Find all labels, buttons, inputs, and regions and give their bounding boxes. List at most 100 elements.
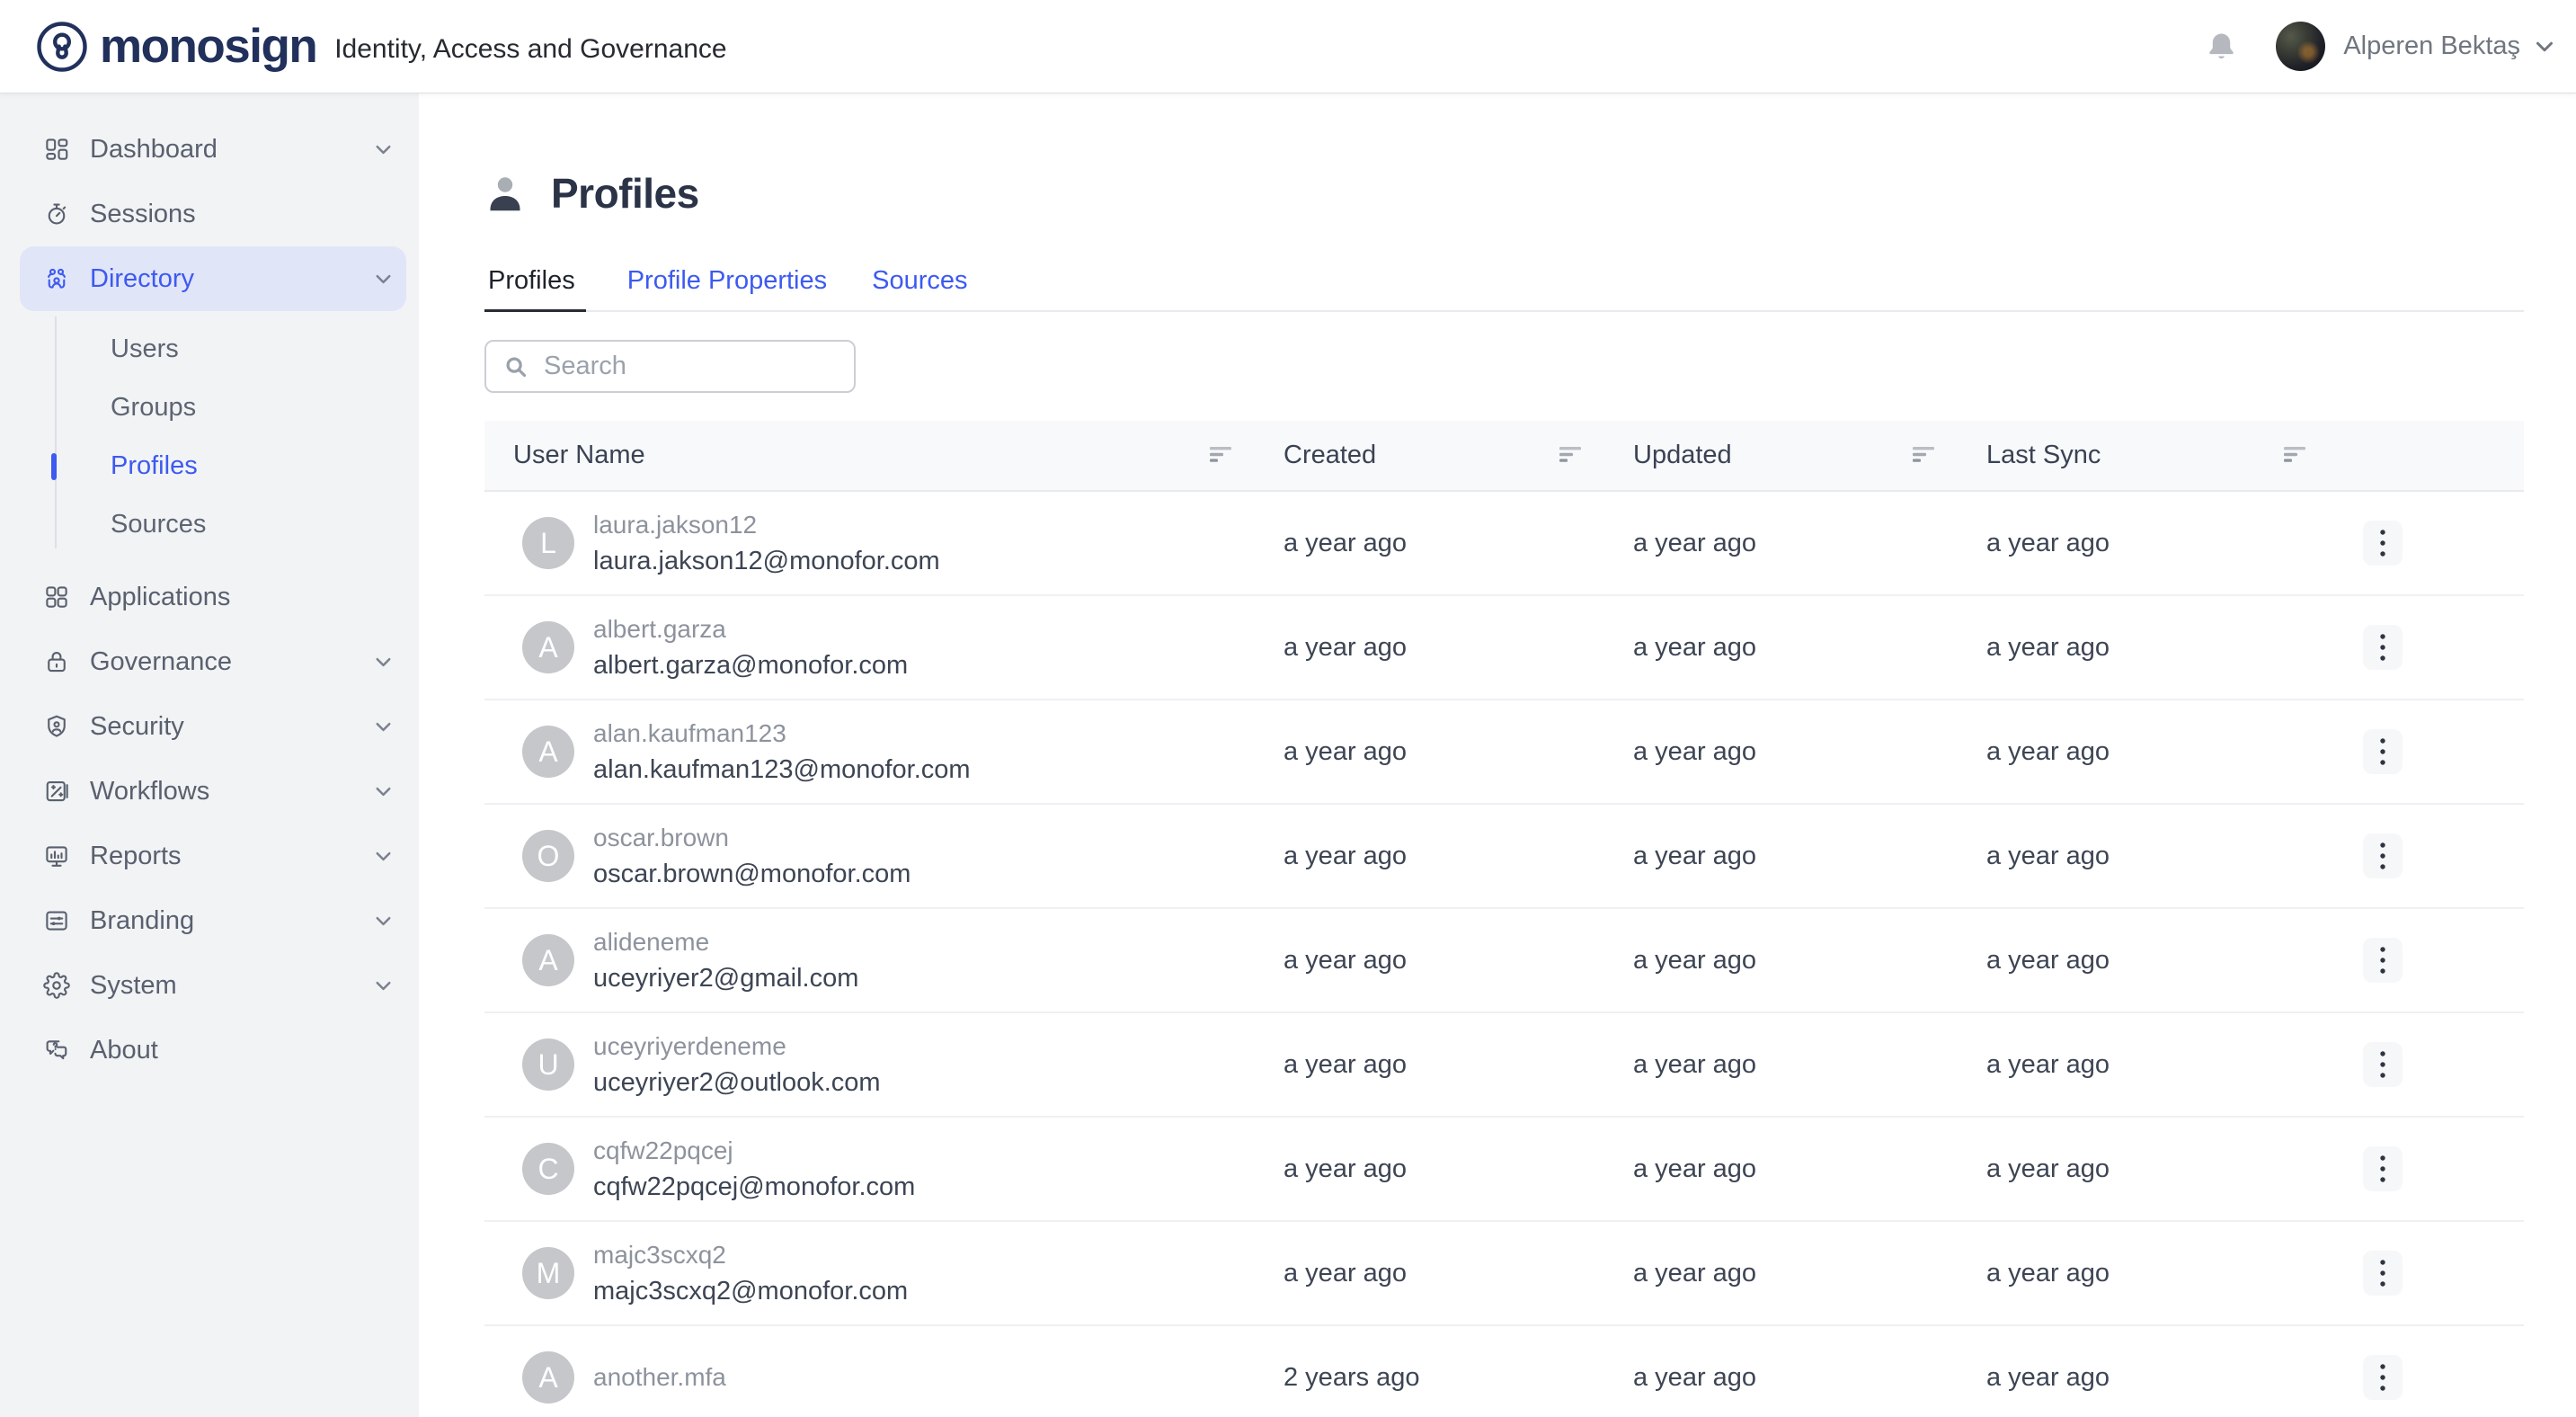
user-info: another.mfa	[593, 1359, 726, 1395]
updated-cell: a year ago	[1633, 1259, 1986, 1288]
sidebar-item-security[interactable]: Security	[20, 694, 406, 759]
user-cell: Aalidenemeuceyriyer2@gmail.com	[484, 924, 1284, 996]
sidebar-item-label: Security	[90, 712, 184, 742]
sidebar-item-sessions[interactable]: Sessions	[20, 182, 406, 246]
sort-icon[interactable]	[1210, 441, 1233, 470]
last-sync-cell: a year ago	[1986, 1154, 2358, 1184]
chevron-down-icon	[371, 909, 395, 933]
tab-profile-properties[interactable]: Profile Properties	[624, 250, 831, 310]
column-label: Last Sync	[1986, 441, 2101, 470]
sidebar-item-label: Directory	[90, 264, 194, 294]
search-input[interactable]	[544, 352, 883, 381]
user-cell: Ooscar.brownoscar.brown@monofor.com	[484, 820, 1284, 892]
people-icon	[43, 265, 70, 292]
email-text: uceyriyer2@outlook.com	[593, 1065, 881, 1101]
user-info: uceyriyerdenemeuceyriyer2@outlook.com	[593, 1029, 881, 1101]
sidebar-item-governance[interactable]: Governance	[20, 629, 406, 694]
stopwatch-icon	[43, 201, 70, 227]
sidebar-subitem-groups[interactable]: Groups	[0, 379, 419, 437]
actions-cell	[2358, 1042, 2524, 1087]
row-actions-kebab-button[interactable]	[2363, 1042, 2403, 1087]
sidebar-item-label: Dashboard	[90, 135, 218, 165]
table-row: Ccqfw22pqcejcqfw22pqcej@monofor.coma yea…	[484, 1118, 2524, 1222]
email-text: oscar.brown@monofor.com	[593, 856, 910, 892]
sidebar-item-branding[interactable]: Branding	[20, 888, 406, 953]
chat-help-icon	[43, 1037, 70, 1064]
sidebar-item-directory[interactable]: Directory	[20, 246, 406, 311]
username-text: another.mfa	[593, 1359, 726, 1395]
user-info: albert.garzaalbert.garza@monofor.com	[593, 611, 908, 683]
table-header: User NameCreatedUpdatedLast Sync	[484, 421, 2524, 492]
sidebar-item-applications[interactable]: Applications	[20, 565, 406, 629]
tab-sources[interactable]: Sources	[868, 250, 971, 310]
last-sync-cell: a year ago	[1986, 1050, 2358, 1080]
sidebar-submenu-directory: UsersGroupsProfilesSources	[0, 311, 419, 565]
created-cell: a year ago	[1284, 737, 1633, 767]
sidebar-item-system[interactable]: System	[20, 953, 406, 1018]
row-avatar: C	[522, 1143, 574, 1195]
chevron-down-icon	[371, 138, 395, 162]
user-name[interactable]: Alperen Bektaş	[2343, 31, 2520, 61]
row-actions-kebab-button[interactable]	[2363, 625, 2403, 670]
username-text: alideneme	[593, 924, 858, 960]
created-cell: a year ago	[1284, 1154, 1633, 1184]
row-actions-kebab-button[interactable]	[2363, 833, 2403, 878]
search-icon	[502, 353, 529, 380]
actions-cell	[2358, 521, 2524, 566]
profiles-person-icon	[484, 173, 526, 214]
chevron-down-icon	[371, 780, 395, 804]
last-sync-cell: a year ago	[1986, 737, 2358, 767]
sidebar-subitem-users[interactable]: Users	[0, 320, 419, 379]
user-menu-chevron-icon[interactable]	[2531, 33, 2558, 60]
username-text: cqfw22pqcej	[593, 1133, 915, 1169]
email-text: cqfw22pqcej@monofor.com	[593, 1169, 915, 1205]
sidebar-item-workflows[interactable]: Workflows	[20, 759, 406, 824]
user-info: alidenemeuceyriyer2@gmail.com	[593, 924, 858, 996]
row-actions-kebab-button[interactable]	[2363, 729, 2403, 774]
monitor-chart-icon	[43, 842, 70, 869]
chevron-down-icon	[371, 715, 395, 739]
sidebar-item-label: Applications	[90, 583, 230, 612]
table-row: Llaura.jakson12laura.jakson12@monofor.co…	[484, 492, 2524, 596]
row-avatar: O	[522, 830, 574, 882]
sidebar-subitem-sources[interactable]: Sources	[0, 495, 419, 554]
user-info: oscar.brownoscar.brown@monofor.com	[593, 820, 910, 892]
column-header-last-sync: Last Sync	[1986, 441, 2358, 470]
table-row: Aalbert.garzaalbert.garza@monofor.coma y…	[484, 596, 2524, 700]
row-actions-kebab-button[interactable]	[2363, 938, 2403, 983]
notification-bell-icon[interactable]	[2205, 29, 2238, 65]
row-actions-kebab-button[interactable]	[2363, 521, 2403, 566]
sidebar-subitem-profiles[interactable]: Profiles	[0, 437, 419, 495]
user-cell: Aalbert.garzaalbert.garza@monofor.com	[484, 611, 1284, 683]
last-sync-cell: a year ago	[1986, 633, 2358, 663]
sort-icon[interactable]	[2284, 441, 2307, 470]
sidebar-item-label: About	[90, 1036, 158, 1065]
column-header-updated: Updated	[1633, 441, 1986, 470]
app-tagline: Identity, Access and Governance	[334, 34, 726, 65]
row-actions-kebab-button[interactable]	[2363, 1355, 2403, 1400]
sidebar-item-dashboard[interactable]: Dashboard	[20, 117, 406, 182]
main-content: Profiles ProfilesProfile PropertiesSourc…	[419, 94, 2576, 1417]
email-text: albert.garza@monofor.com	[593, 647, 908, 683]
sort-icon[interactable]	[1559, 441, 1583, 470]
row-avatar: A	[522, 934, 574, 986]
created-cell: a year ago	[1284, 633, 1633, 663]
user-cell: Uuceyriyerdenemeuceyriyer2@outlook.com	[484, 1029, 1284, 1101]
updated-cell: a year ago	[1633, 842, 1986, 871]
username-text: alan.kaufman123	[593, 716, 971, 752]
monosign-logo-icon	[36, 21, 88, 73]
row-actions-kebab-button[interactable]	[2363, 1251, 2403, 1296]
row-actions-kebab-button[interactable]	[2363, 1146, 2403, 1191]
sort-icon[interactable]	[1913, 441, 1936, 470]
user-cell: Ccqfw22pqcejcqfw22pqcej@monofor.com	[484, 1133, 1284, 1205]
column-header-created: Created	[1284, 441, 1633, 470]
updated-cell: a year ago	[1633, 529, 1986, 558]
lock-icon	[43, 648, 70, 675]
header-right: Alperen Bektaş	[2205, 22, 2558, 71]
row-avatar: U	[522, 1038, 574, 1091]
sidebar-item-reports[interactable]: Reports	[20, 824, 406, 888]
tab-profiles[interactable]: Profiles	[484, 250, 586, 310]
user-avatar[interactable]	[2276, 22, 2325, 71]
column-header-user-name: User Name	[484, 441, 1284, 470]
sidebar-item-about[interactable]: About	[20, 1018, 406, 1083]
